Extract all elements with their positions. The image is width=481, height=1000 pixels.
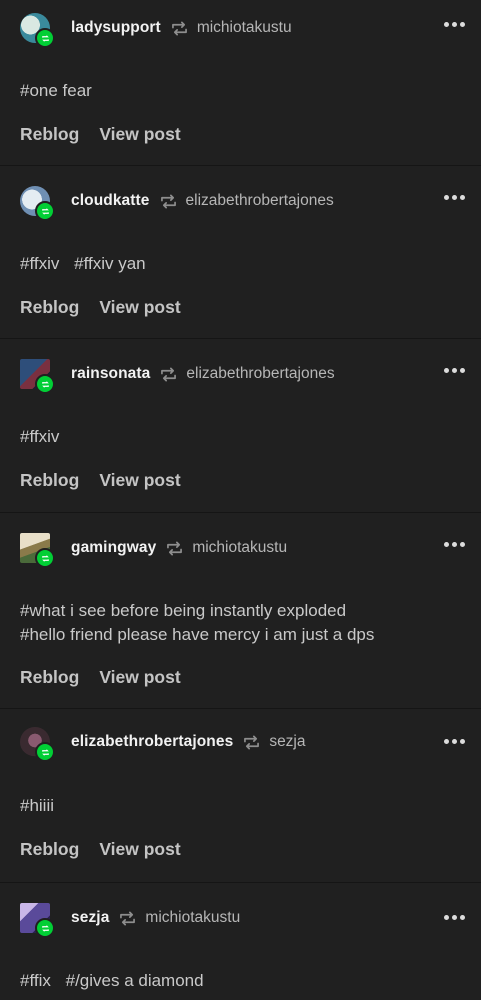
reblog-button[interactable]: Reblog: [20, 124, 79, 145]
view-post-button[interactable]: View post: [99, 839, 180, 860]
reblog-button[interactable]: Reblog: [20, 297, 79, 318]
reblog-icon: [165, 541, 184, 556]
username[interactable]: cloudkatte: [71, 192, 150, 210]
tag[interactable]: #ffxiv: [20, 254, 59, 273]
notes-feed: ladysupport michiotakustu #one fear Rebl…: [0, 0, 481, 1000]
more-options-icon[interactable]: [444, 739, 465, 744]
reblog-button[interactable]: Reblog: [20, 667, 79, 688]
reblog-note: gamingway michiotakustu #what i see befo…: [0, 513, 481, 709]
note-actions: Reblog View post: [20, 667, 181, 688]
tag-list: #one fear: [20, 79, 102, 103]
tag[interactable]: #what i see before being instantly explo…: [20, 599, 374, 623]
more-options-icon[interactable]: [444, 368, 465, 373]
note-header: gamingway michiotakustu: [20, 532, 287, 568]
avatar[interactable]: [20, 359, 55, 394]
note-actions: Reblog View post: [20, 839, 181, 860]
view-post-button[interactable]: View post: [99, 470, 180, 491]
tag-list: #what i see before being instantly explo…: [20, 599, 384, 647]
note-header: ladysupport michiotakustu: [20, 12, 292, 48]
reblog-icon: [118, 911, 137, 926]
tag[interactable]: #ffxiv: [20, 427, 59, 446]
note-actions: Reblog View post: [20, 470, 181, 491]
avatar[interactable]: [20, 533, 55, 568]
note-header: rainsonata elizabethrobertajones: [20, 358, 335, 394]
username[interactable]: ladysupport: [71, 19, 161, 37]
view-post-button[interactable]: View post: [99, 297, 180, 318]
tag[interactable]: #hello friend please have mercy i am jus…: [20, 623, 374, 647]
more-options-icon[interactable]: [444, 195, 465, 200]
tag-list: #ffxiv: [20, 425, 69, 449]
tag[interactable]: #one fear: [20, 81, 92, 100]
note-actions: Reblog View post: [20, 124, 181, 145]
avatar[interactable]: [20, 186, 55, 221]
username[interactable]: rainsonata: [71, 365, 150, 383]
reblog-note: sezja michiotakustu #ffix #/gives a diam…: [0, 883, 481, 1000]
avatar[interactable]: [20, 13, 55, 48]
reblog-badge-icon: [35, 548, 55, 568]
tag-list: #ffix #/gives a diamond: [20, 969, 214, 993]
reblog-note: rainsonata elizabethrobertajones #ffxiv …: [0, 339, 481, 513]
view-post-button[interactable]: View post: [99, 667, 180, 688]
source-username[interactable]: michiotakustu: [192, 539, 287, 557]
source-username[interactable]: elizabethrobertajones: [186, 365, 334, 383]
tag[interactable]: #/gives a diamond: [66, 971, 204, 990]
reblog-icon: [242, 735, 261, 750]
source-username[interactable]: michiotakustu: [145, 909, 240, 927]
reblog-badge-icon: [35, 201, 55, 221]
note-actions: Reblog View post: [20, 297, 181, 318]
source-username[interactable]: michiotakustu: [197, 19, 292, 37]
tag-list: #hiiii: [20, 794, 64, 818]
note-header: cloudkatte elizabethrobertajones: [20, 185, 334, 221]
reblog-icon: [170, 21, 189, 36]
reblog-button[interactable]: Reblog: [20, 839, 79, 860]
reblog-badge-icon: [35, 374, 55, 394]
note-header: sezja michiotakustu: [20, 902, 240, 938]
more-options-icon[interactable]: [444, 22, 465, 27]
tag-list: #ffxiv #ffxiv yan: [20, 252, 156, 276]
more-options-icon[interactable]: [444, 915, 465, 920]
reblog-note: ladysupport michiotakustu #one fear Rebl…: [0, 0, 481, 166]
source-username[interactable]: sezja: [269, 733, 305, 751]
avatar[interactable]: [20, 727, 55, 762]
reblog-icon: [159, 367, 178, 382]
reblog-icon: [159, 194, 178, 209]
reblog-badge-icon: [35, 28, 55, 48]
more-options-icon[interactable]: [444, 542, 465, 547]
username[interactable]: sezja: [71, 909, 109, 927]
username[interactable]: elizabethrobertajones: [71, 733, 233, 751]
note-header: elizabethrobertajones sezja: [20, 726, 306, 762]
avatar[interactable]: [20, 903, 55, 938]
reblog-button[interactable]: Reblog: [20, 470, 79, 491]
tag[interactable]: #ffix: [20, 971, 51, 990]
source-username[interactable]: elizabethrobertajones: [186, 192, 334, 210]
reblog-badge-icon: [35, 918, 55, 938]
reblog-badge-icon: [35, 742, 55, 762]
reblog-note: cloudkatte elizabethrobertajones #ffxiv …: [0, 166, 481, 339]
view-post-button[interactable]: View post: [99, 124, 180, 145]
username[interactable]: gamingway: [71, 539, 156, 557]
tag[interactable]: #hiiii: [20, 796, 54, 815]
reblog-note: elizabethrobertajones sezja #hiiii Reblo…: [0, 709, 481, 883]
tag[interactable]: #ffxiv yan: [74, 254, 146, 273]
